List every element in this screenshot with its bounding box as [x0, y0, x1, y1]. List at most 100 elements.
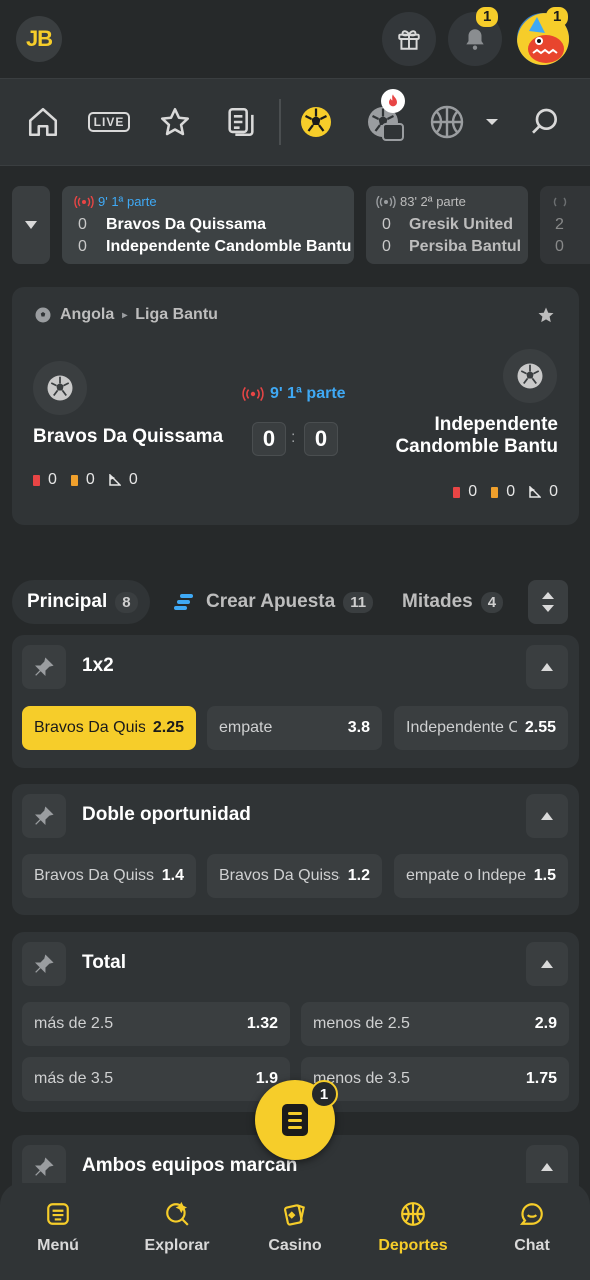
- pin-button[interactable]: [22, 942, 66, 986]
- favorites-button[interactable]: [152, 99, 198, 145]
- chevron-up-icon: [541, 1163, 553, 1171]
- market-title: 1x2: [82, 655, 114, 676]
- casino-cards-icon: [283, 1204, 305, 1226]
- tab-label: Crear Apuesta: [206, 591, 336, 612]
- score-separator: :: [291, 429, 296, 446]
- chevron-up-icon: [541, 960, 553, 968]
- live-broadcast-icon: [376, 195, 396, 208]
- star-icon[interactable]: [537, 306, 555, 324]
- pin-button[interactable]: [22, 794, 66, 838]
- bottom-nav-deportes[interactable]: Deportes: [363, 1201, 463, 1255]
- brand-logo[interactable]: JB: [16, 16, 62, 62]
- live-match-card-partial[interactable]: 2 0: [540, 186, 590, 264]
- yellow-card-icon: [491, 486, 499, 498]
- odd-button[interactable]: Bravos Da Quissama o empate 1.4: [22, 854, 196, 898]
- odd-button[interactable]: Bravos Da Quissama o Independente 1.2: [207, 854, 382, 898]
- football-icon: [35, 307, 51, 323]
- football-icon: [47, 375, 73, 401]
- bottom-nav-chat[interactable]: Chat: [482, 1201, 582, 1255]
- live-broadcast-icon: [74, 195, 94, 208]
- bottom-nav-explorar[interactable]: Explorar: [127, 1201, 227, 1255]
- odd-button[interactable]: Bravos Da Quissama 2.25: [22, 706, 196, 750]
- chevron-down-icon: [486, 119, 498, 125]
- tab-label: Mitades: [402, 591, 473, 612]
- gift-button[interactable]: [382, 12, 436, 66]
- bottom-nav-label: Menú: [37, 1237, 79, 1254]
- breadcrumb-country[interactable]: Angola: [60, 306, 114, 324]
- chat-icon: [519, 1203, 543, 1225]
- notifications-badge: 1: [476, 7, 499, 27]
- bet-history-button[interactable]: [218, 99, 264, 145]
- odd-button[interactable]: más de 2.5 1.32: [22, 1002, 290, 1046]
- tab-crear-apuesta[interactable]: Crear Apuesta 11: [174, 580, 374, 624]
- live-match-card[interactable]: 83' 2ª parte 0 Gresik United 0 Persiba B…: [366, 186, 528, 264]
- bottom-nav-casino[interactable]: Casino: [245, 1201, 345, 1255]
- collapse-button[interactable]: [526, 794, 568, 838]
- sports-nav-bar: LIVE: [0, 78, 590, 166]
- red-card-icon: [33, 474, 40, 486]
- market-title: Ambos equipos marcan: [82, 1155, 298, 1176]
- bet-builder-icon: [174, 594, 193, 610]
- collapse-button[interactable]: [526, 645, 568, 689]
- match-detail-card: Angola ▸ Liga Bantu Bravos Da Quissama 9…: [12, 287, 579, 525]
- odd-button[interactable]: empate o Independente 1.5: [394, 854, 568, 898]
- nav-divider: [279, 99, 281, 145]
- red-cards: 0: [48, 471, 57, 488]
- pin-button[interactable]: [22, 645, 66, 689]
- chevron-up-icon: [541, 812, 553, 820]
- away-team-name-line1: Independente: [434, 414, 558, 435]
- more-sports-dropdown[interactable]: [470, 99, 514, 145]
- odd-button[interactable]: menos de 2.5 2.9: [301, 1002, 569, 1046]
- away-score: 0: [304, 422, 338, 456]
- away-team-name: Independente Candomble Bantu: [395, 414, 558, 458]
- collapse-all-button[interactable]: [528, 580, 568, 624]
- tab-mitades[interactable]: Mitades 4: [402, 580, 504, 624]
- search-icon: [532, 108, 557, 134]
- strip-expand-button[interactable]: [12, 186, 50, 264]
- away-stats: 0 0 0: [453, 483, 558, 501]
- breadcrumb: Angola ▸ Liga Bantu: [34, 306, 218, 324]
- search-button[interactable]: [522, 99, 568, 145]
- yellow-card-icon: [70, 474, 78, 486]
- live-icon: LIVE: [87, 112, 131, 132]
- bottom-nav-menu[interactable]: Menú: [8, 1201, 108, 1255]
- fire-icon: [389, 94, 397, 107]
- odd-button[interactable]: Independente Candomble Bantu 2.55: [394, 706, 568, 750]
- pin-icon: [34, 806, 54, 826]
- tab-count: 11: [343, 591, 374, 613]
- pin-icon: [34, 657, 54, 677]
- odd-button[interactable]: más de 3.5 1.9: [22, 1057, 290, 1101]
- explore-icon: [166, 1201, 189, 1226]
- market-title: Total: [82, 952, 126, 973]
- bell-icon: [466, 29, 484, 50]
- live-button[interactable]: LIVE: [86, 99, 132, 145]
- odd-value: 2.55: [524, 719, 556, 736]
- home-score: 0: [78, 216, 87, 233]
- football-button[interactable]: [293, 99, 339, 145]
- odd-button[interactable]: menos de 3.5 1.75: [301, 1057, 569, 1101]
- chevron-up-icon: [541, 663, 553, 671]
- red-cards: 0: [468, 483, 478, 500]
- odd-label: Bravos Da Quissama o empate: [34, 867, 154, 884]
- odd-button[interactable]: empate 3.8: [207, 706, 382, 750]
- bottom-nav: Menú Explorar Casino Deportes Chat: [0, 1183, 590, 1280]
- away-score: 0: [555, 238, 564, 255]
- bottom-nav-label: Explorar: [144, 1237, 210, 1254]
- breadcrumb-league[interactable]: Liga Bantu: [135, 306, 218, 324]
- red-card-icon: [453, 486, 461, 498]
- home-stats: 0 0 0: [33, 471, 138, 489]
- tab-principal[interactable]: Principal 8: [12, 580, 150, 624]
- away-score: 0: [78, 238, 87, 255]
- bottom-nav-label: Casino: [268, 1237, 322, 1254]
- corner-flag-icon: [109, 474, 121, 486]
- away-team: Persiba Bantul: [409, 238, 522, 255]
- football-icon: [301, 107, 331, 137]
- yellow-cards: 0: [85, 471, 95, 488]
- home-button[interactable]: [20, 99, 66, 145]
- basketball-button[interactable]: [424, 99, 470, 145]
- live-match-card-active[interactable]: 9' 1ª parte 0 Bravos Da Quissama 0 Indep…: [62, 186, 354, 264]
- breadcrumb-separator-icon: ▸: [122, 309, 128, 321]
- collapse-button[interactable]: [526, 942, 568, 986]
- market-doble-oportunidad: Doble oportunidad Bravos Da Quissama o e…: [12, 784, 579, 915]
- odd-label: más de 3.5: [34, 1070, 114, 1087]
